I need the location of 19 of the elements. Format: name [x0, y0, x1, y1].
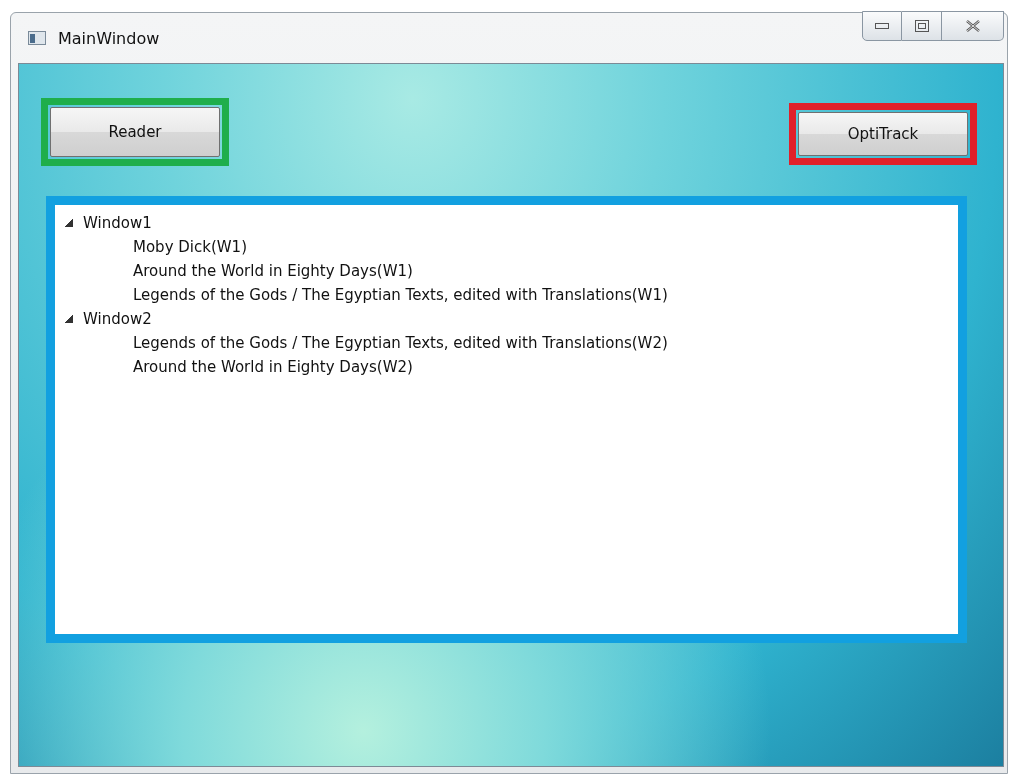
- expanded-triangle-icon[interactable]: [65, 315, 73, 323]
- minimize-button[interactable]: [862, 11, 902, 41]
- tree-item[interactable]: Legends of the Gods / The Egyptian Texts, edited with Translations(W2): [133, 334, 668, 352]
- tree-item[interactable]: Around the World in Eighty Days(W2): [133, 358, 413, 376]
- close-button[interactable]: [942, 11, 1004, 41]
- window-icon: [28, 31, 46, 45]
- tree-item[interactable]: Legends of the Gods / The Egyptian Texts, edited with Translations(W1): [133, 286, 668, 304]
- tree-item[interactable]: Window2: [83, 310, 152, 328]
- maximize-icon: [914, 20, 929, 32]
- expanded-triangle-icon[interactable]: [65, 219, 73, 227]
- minimize-icon: [875, 23, 889, 29]
- close-icon: [965, 20, 980, 32]
- maximize-button[interactable]: [902, 11, 942, 41]
- tree-item[interactable]: Moby Dick(W1): [133, 238, 248, 256]
- window-title: MainWindow: [58, 28, 160, 48]
- action-button[interactable]: OptiTrack: [798, 112, 968, 156]
- action-button[interactable]: Reader: [50, 107, 220, 157]
- tree-item[interactable]: Window1: [83, 214, 152, 232]
- tree-item[interactable]: Around the World in Eighty Days(W1): [133, 262, 413, 280]
